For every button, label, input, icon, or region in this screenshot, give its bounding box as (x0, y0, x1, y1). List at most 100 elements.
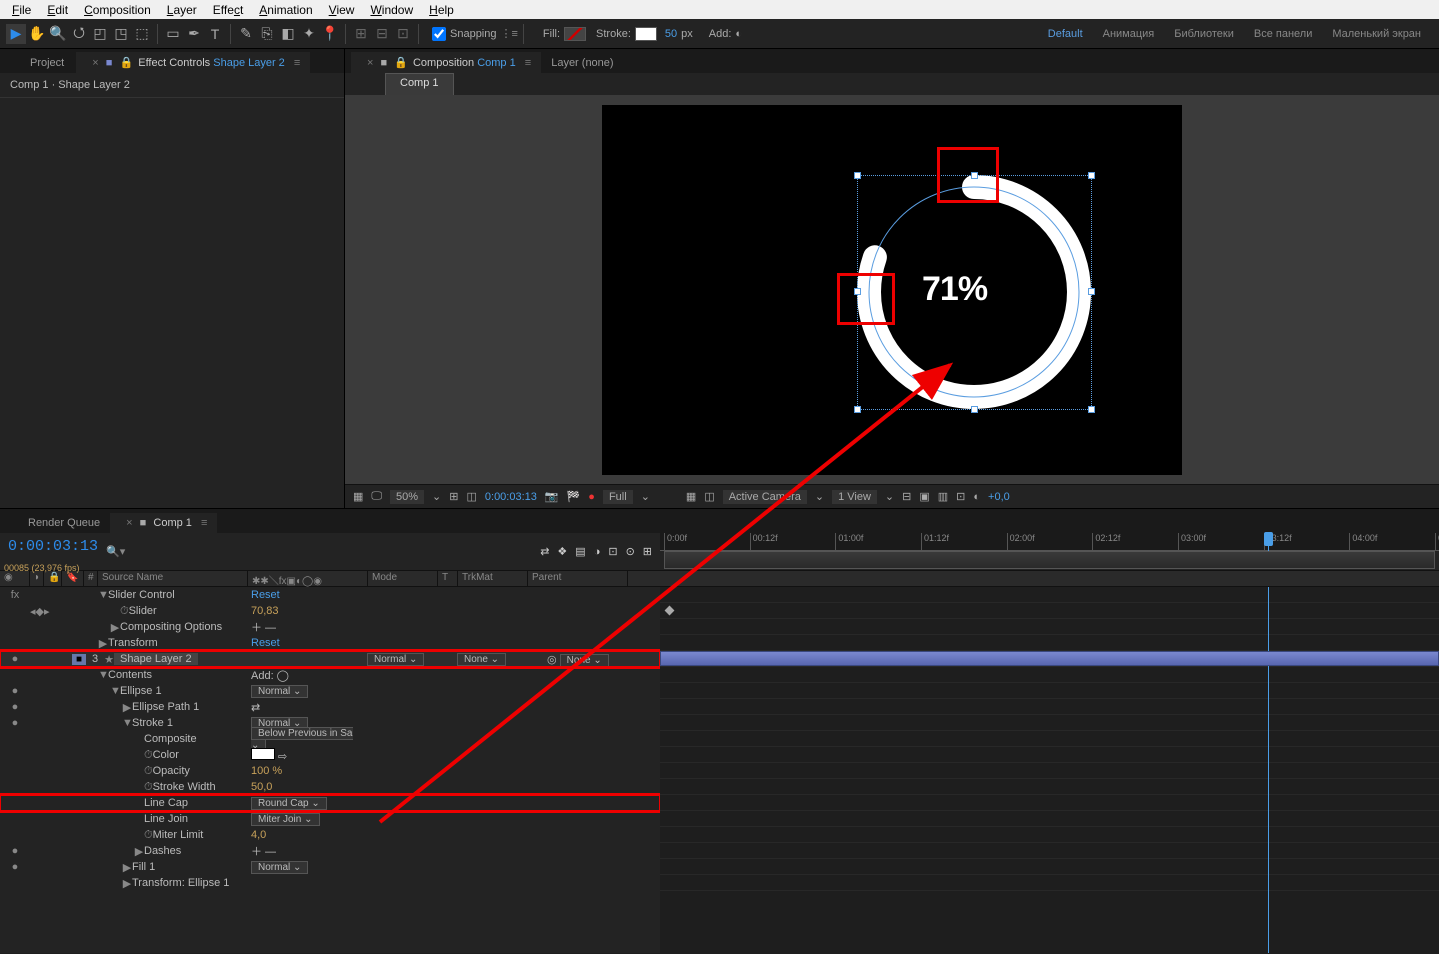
grid-icon[interactable]: ▦ (353, 490, 363, 503)
pen-tool[interactable]: ✒ (184, 24, 204, 44)
brush-tool[interactable]: ✎ (236, 24, 256, 44)
property-value[interactable]: 70,83 (251, 605, 279, 617)
property-row[interactable]: ●▶Fill 1Normal ⌄ (0, 859, 660, 875)
transparency-icon[interactable]: ▦ (686, 490, 696, 503)
property-select[interactable]: Miter Join ⌄ (251, 813, 320, 826)
layer-track-bar[interactable] (660, 651, 1439, 666)
rotate-tool[interactable]: ◰ (90, 24, 110, 44)
property-row[interactable]: ◂◆▸⏱ Slider70,83 (0, 603, 660, 619)
property-row[interactable]: fx▼Slider ControlReset (0, 587, 660, 603)
menu-file[interactable]: File (4, 3, 39, 17)
menu-effect[interactable]: Effect (205, 3, 251, 17)
tl-btn[interactable]: ▤ (575, 545, 585, 558)
close-icon[interactable]: × (92, 57, 98, 69)
roto-tool[interactable]: ✦ (299, 24, 319, 44)
snapping-checkbox[interactable] (432, 27, 446, 41)
ws-allpanels[interactable]: Все панели (1254, 28, 1312, 40)
expand-arrow[interactable]: ▶ (122, 701, 132, 714)
selection-tool[interactable]: ▶ (6, 24, 26, 44)
type-tool[interactable]: T (205, 24, 225, 44)
property-select[interactable]: Normal ⌄ (251, 861, 308, 874)
col-mode[interactable]: Mode (368, 571, 438, 586)
add-menu-icon[interactable]: ◐ (735, 28, 742, 40)
expand-arrow[interactable]: ▶ (122, 877, 132, 890)
orbit-tool[interactable]: ⭯ (69, 24, 89, 44)
expand-arrow[interactable]: ▶ (122, 861, 132, 874)
visibility-toggle[interactable]: ● (0, 717, 30, 729)
ws-smallscreen[interactable]: Маленький экран (1332, 28, 1421, 40)
chevron-down-icon[interactable]: ⌄ (432, 490, 441, 503)
tab-timeline-comp[interactable]: × ■ Comp 1 ≡ (110, 513, 217, 533)
stopwatch-icon[interactable]: ⏱ (120, 605, 129, 618)
local-axis[interactable]: ⊞ (351, 24, 371, 44)
layer-name[interactable]: Shape Layer 2 (114, 653, 198, 665)
expand-arrow[interactable]: ▼ (110, 685, 120, 697)
col-t[interactable]: T (438, 571, 458, 586)
property-select[interactable]: Normal ⌄ (251, 685, 308, 698)
pan-behind-tool[interactable]: ⬚ (132, 24, 152, 44)
tl-btn[interactable]: ◑ (594, 546, 601, 558)
property-row[interactable]: ▶TransformReset (0, 635, 660, 651)
property-value[interactable]: ＋ — (251, 622, 276, 634)
composition-viewer[interactable]: 71% (345, 95, 1439, 484)
menu-animation[interactable]: Animation (251, 3, 320, 17)
ws-animation[interactable]: Анимация (1103, 28, 1155, 40)
property-value[interactable]: Reset (251, 637, 280, 649)
stopwatch-icon[interactable]: ⏱ (144, 829, 153, 842)
property-value[interactable]: 4,0 (251, 829, 266, 841)
expand-arrow[interactable]: ▼ (98, 669, 108, 681)
tl-btn[interactable]: ❖ (557, 545, 567, 558)
tl-btn[interactable]: ⇄ (540, 545, 549, 558)
property-value[interactable]: ＋ — (251, 846, 276, 858)
tab-layer-none[interactable]: Layer (none) (541, 53, 623, 73)
property-select[interactable]: Round Cap ⌄ (251, 797, 327, 810)
hand-tool[interactable]: ✋ (27, 24, 47, 44)
property-row[interactable]: ●▶Ellipse Path 1⇄ (0, 699, 660, 715)
comp-subtab[interactable]: Comp 1 (385, 73, 454, 95)
chevron-down-icon[interactable]: ⌄ (885, 490, 894, 503)
layer-row[interactable]: ●■3★ Shape Layer 2Normal ⌄None ⌄◎ None ⌄ (0, 651, 660, 667)
tab-composition[interactable]: × ■ 🔒 Composition Comp 1 ≡ (351, 52, 541, 73)
res-icon[interactable]: ⊞ (449, 490, 458, 503)
stroke-width-value[interactable]: 50 (665, 28, 677, 40)
snapshot-icon[interactable]: 📷 (545, 490, 559, 503)
zoom-tool[interactable]: 🔍 (48, 24, 68, 44)
camera-tool[interactable]: ◳ (111, 24, 131, 44)
stopwatch-icon[interactable]: ⏱ (144, 765, 153, 778)
tl-btn[interactable]: ⊞ (643, 545, 652, 558)
property-row[interactable]: ⏱ Color ⇨ (0, 747, 660, 763)
stopwatch-icon[interactable]: ⏱ (144, 749, 153, 762)
search-icon[interactable]: 🔍▾ (106, 545, 125, 558)
viewer-timecode[interactable]: 0:00:03:13 (485, 491, 537, 503)
col-trkmat[interactable]: TrkMat (458, 571, 528, 586)
visibility-toggle[interactable]: ● (0, 861, 30, 873)
expand-arrow[interactable]: ▶ (134, 845, 144, 858)
rect-tool[interactable]: ▭ (163, 24, 183, 44)
close-icon[interactable]: × (126, 517, 132, 529)
stopwatch-icon[interactable]: ⏱ (144, 781, 153, 794)
mask-icon[interactable]: ◫ (704, 490, 714, 503)
channel-icon[interactable]: ● (588, 491, 595, 503)
composition-canvas[interactable]: 71% (602, 105, 1182, 475)
tab-render-queue[interactable]: Render Queue (18, 513, 110, 533)
property-row[interactable]: ⏱ Opacity100 % (0, 763, 660, 779)
visibility-toggle[interactable]: ● (0, 685, 30, 697)
property-value[interactable]: Add: ◯ (251, 670, 289, 682)
visibility-toggle[interactable]: fx (0, 589, 30, 601)
property-row[interactable]: ⏱ Miter Limit4,0 (0, 827, 660, 843)
time-ruler-area[interactable]: 0:00f00:12f01:00f01:12f02:00f02:12f03:00… (660, 533, 1439, 570)
visibility-toggle[interactable]: ● (0, 701, 30, 713)
camera-select[interactable]: Active Camera (723, 490, 807, 504)
show-snapshot-icon[interactable]: 🏁 (567, 490, 581, 503)
menu-layer[interactable]: Layer (159, 3, 205, 17)
property-row[interactable]: CompositeBelow Previous in Sa ⌄ (0, 731, 660, 747)
tab-project[interactable]: Project (20, 53, 74, 73)
property-row[interactable]: ▶Compositing Options＋ — (0, 619, 660, 635)
tab-effect-controls[interactable]: × ■ 🔒 Effect Controls Shape Layer 2 ≡ (76, 52, 310, 73)
property-row[interactable]: ⏱ Stroke Width50,0 (0, 779, 660, 795)
safe-icon[interactable]: ▣ (919, 490, 929, 503)
timeline-layer-list[interactable]: fx▼Slider ControlReset◂◆▸⏱ Slider70,83▶C… (0, 587, 660, 953)
visibility-toggle[interactable]: ● (0, 845, 30, 857)
property-value[interactable]: 50,0 (251, 781, 272, 793)
menu-composition[interactable]: Composition (76, 3, 159, 17)
